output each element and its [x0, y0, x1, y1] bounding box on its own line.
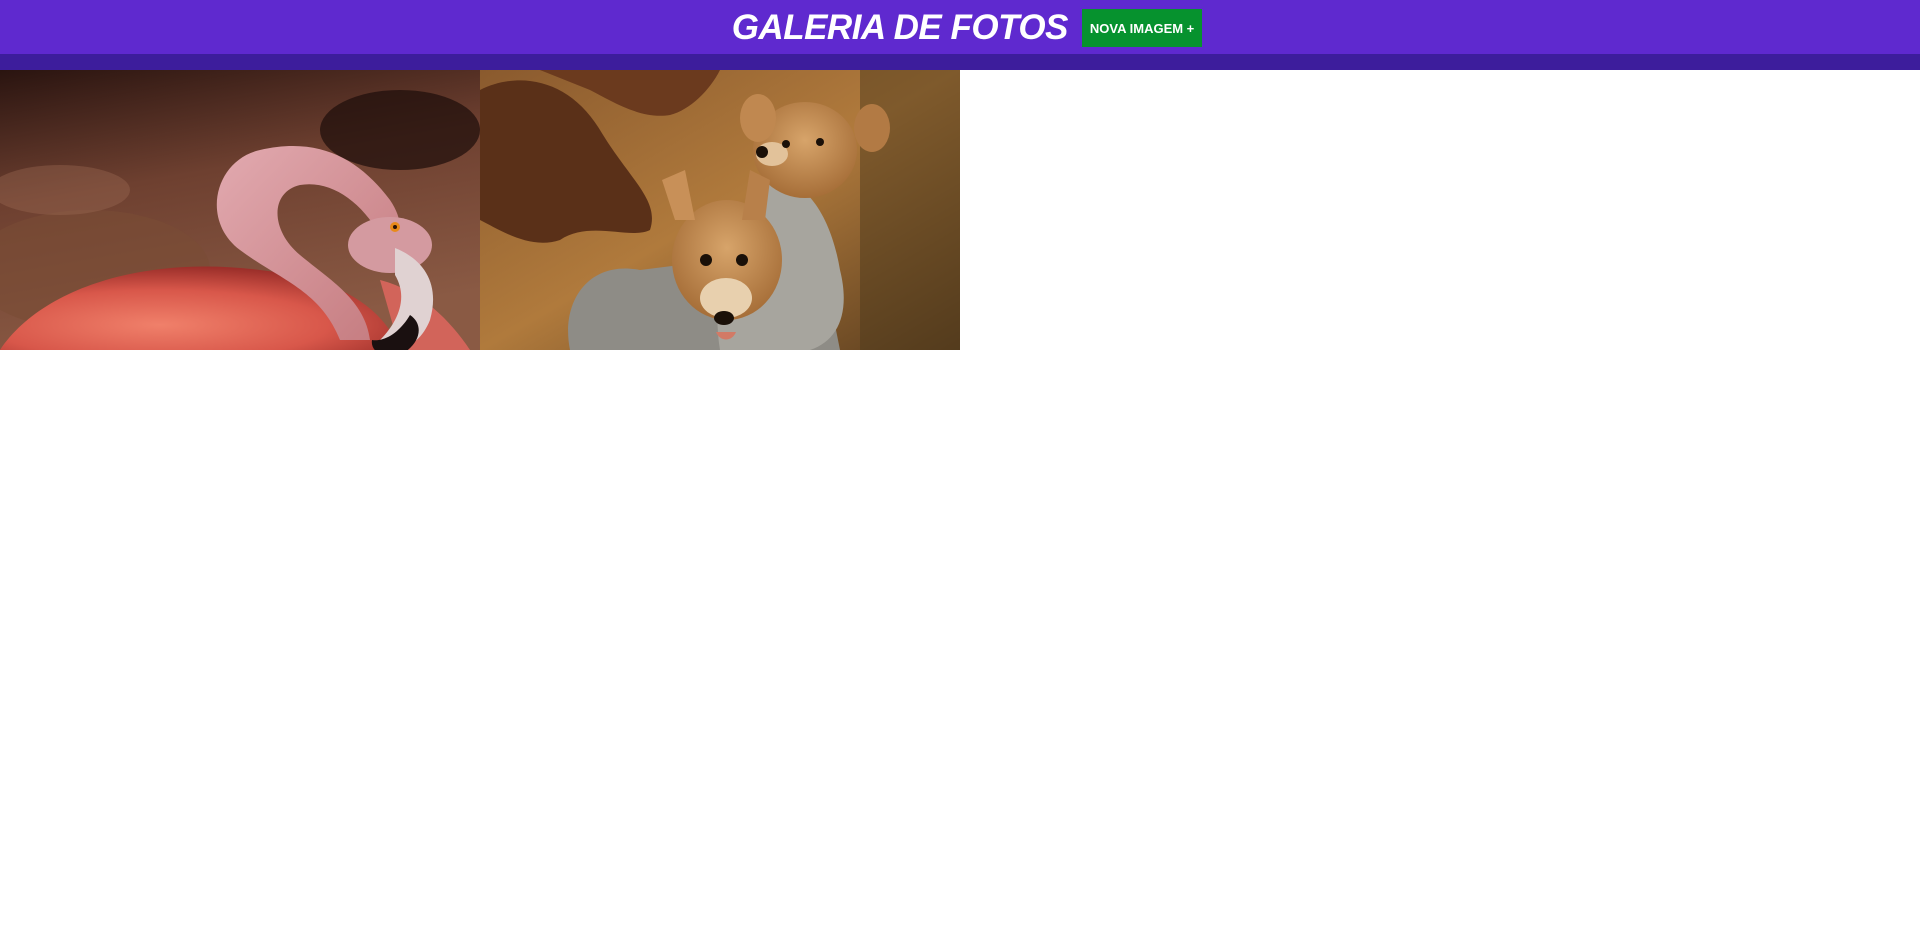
- page-title: GALERIA DE FOTOS: [731, 7, 1069, 47]
- gallery-photo-puppies[interactable]: [480, 70, 960, 350]
- puppies-image: [480, 70, 960, 350]
- gallery-photo-flamingo[interactable]: [0, 70, 480, 350]
- photo-gallery: [0, 70, 1920, 350]
- header-content: GALERIA DE FOTOS NOVA IMAGEM +: [0, 0, 1920, 54]
- app-header: GALERIA DE FOTOS NOVA IMAGEM +: [0, 0, 1920, 70]
- new-image-button[interactable]: NOVA IMAGEM +: [1081, 9, 1203, 47]
- flamingo-image: [0, 70, 480, 350]
